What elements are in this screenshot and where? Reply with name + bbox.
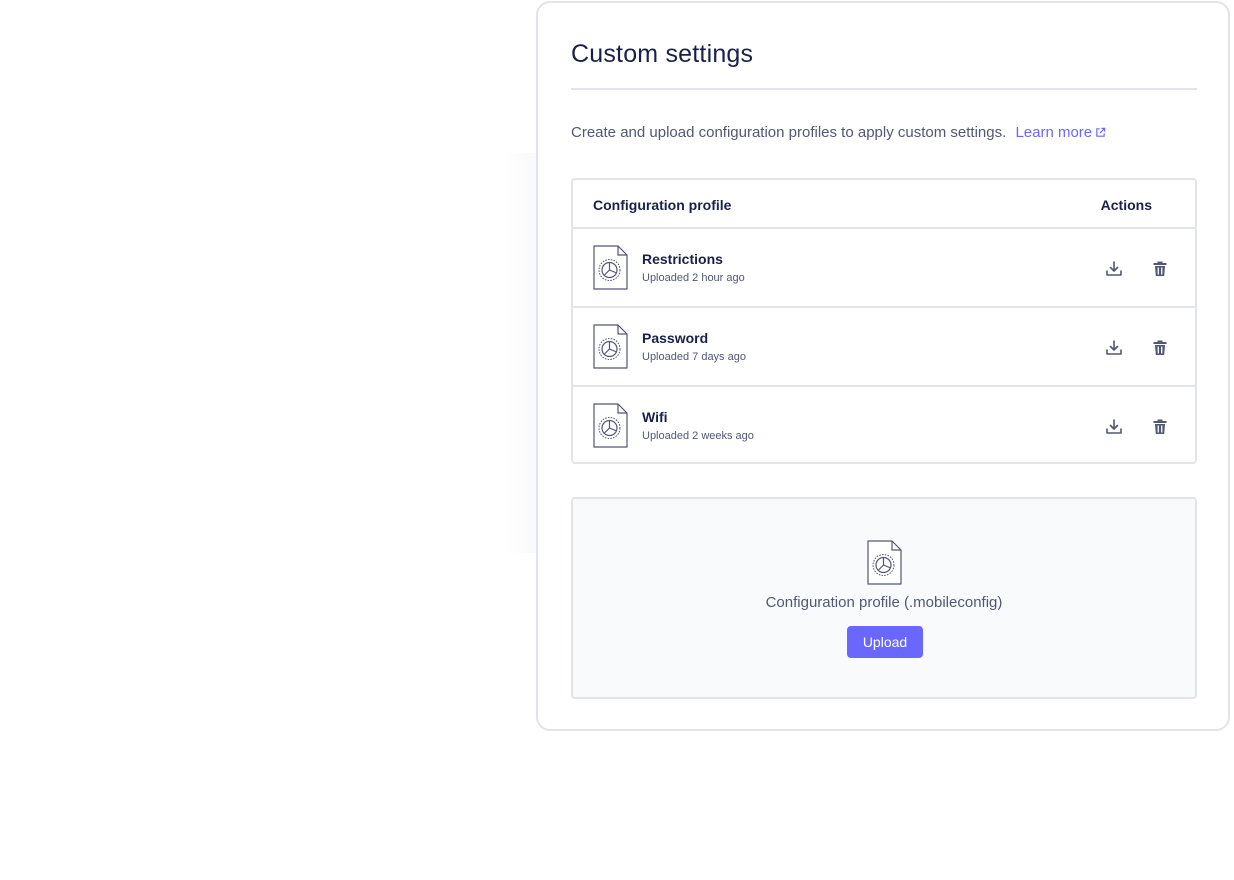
description: Create and upload configuration profiles… xyxy=(571,124,1106,141)
profile-name: Restrictions xyxy=(642,251,723,267)
learn-more-link[interactable]: Learn more xyxy=(1015,124,1106,141)
profile-name: Password xyxy=(642,330,709,346)
learn-more-label: Learn more xyxy=(1015,124,1093,141)
profile-name: Wifi xyxy=(642,409,668,425)
column-header-actions: Actions xyxy=(1100,197,1152,213)
upload-label: Configuration profile (.mobileconfig) xyxy=(765,594,1003,611)
trash-icon[interactable] xyxy=(1150,417,1170,437)
trash-icon[interactable] xyxy=(1150,338,1170,358)
profile-uploaded-time: Uploaded 2 weeks ago xyxy=(642,430,754,442)
page-title: Custom settings xyxy=(571,40,754,68)
column-header-profile: Configuration profile xyxy=(593,197,732,213)
table-header: Configuration profile Actions xyxy=(573,180,1195,229)
trash-icon[interactable] xyxy=(1150,259,1170,279)
config-profile-file-icon xyxy=(593,403,628,448)
config-profile-file-icon xyxy=(867,540,902,585)
external-link-icon xyxy=(1096,127,1106,137)
config-profile-file-icon xyxy=(593,245,628,290)
download-icon[interactable] xyxy=(1104,338,1124,358)
table-row: Password Uploaded 7 days ago xyxy=(573,308,1195,387)
table-row: Wifi Uploaded 2 weeks ago xyxy=(573,387,1195,464)
upload-dropzone[interactable]: Configuration profile (.mobileconfig) Up… xyxy=(571,497,1197,699)
upload-button[interactable]: Upload xyxy=(847,626,923,658)
config-profile-file-icon xyxy=(593,324,628,369)
title-divider xyxy=(571,88,1197,90)
profile-uploaded-time: Uploaded 2 hour ago xyxy=(642,272,745,284)
custom-settings-card: Custom settings Create and upload config… xyxy=(536,1,1230,731)
download-icon[interactable] xyxy=(1104,417,1124,437)
description-text: Create and upload configuration profiles… xyxy=(571,124,1007,141)
profiles-table: Configuration profile Actions Restrictio… xyxy=(571,178,1197,464)
table-row: Restrictions Uploaded 2 hour ago xyxy=(573,229,1195,308)
download-icon[interactable] xyxy=(1104,259,1124,279)
profile-uploaded-time: Uploaded 7 days ago xyxy=(642,351,746,363)
